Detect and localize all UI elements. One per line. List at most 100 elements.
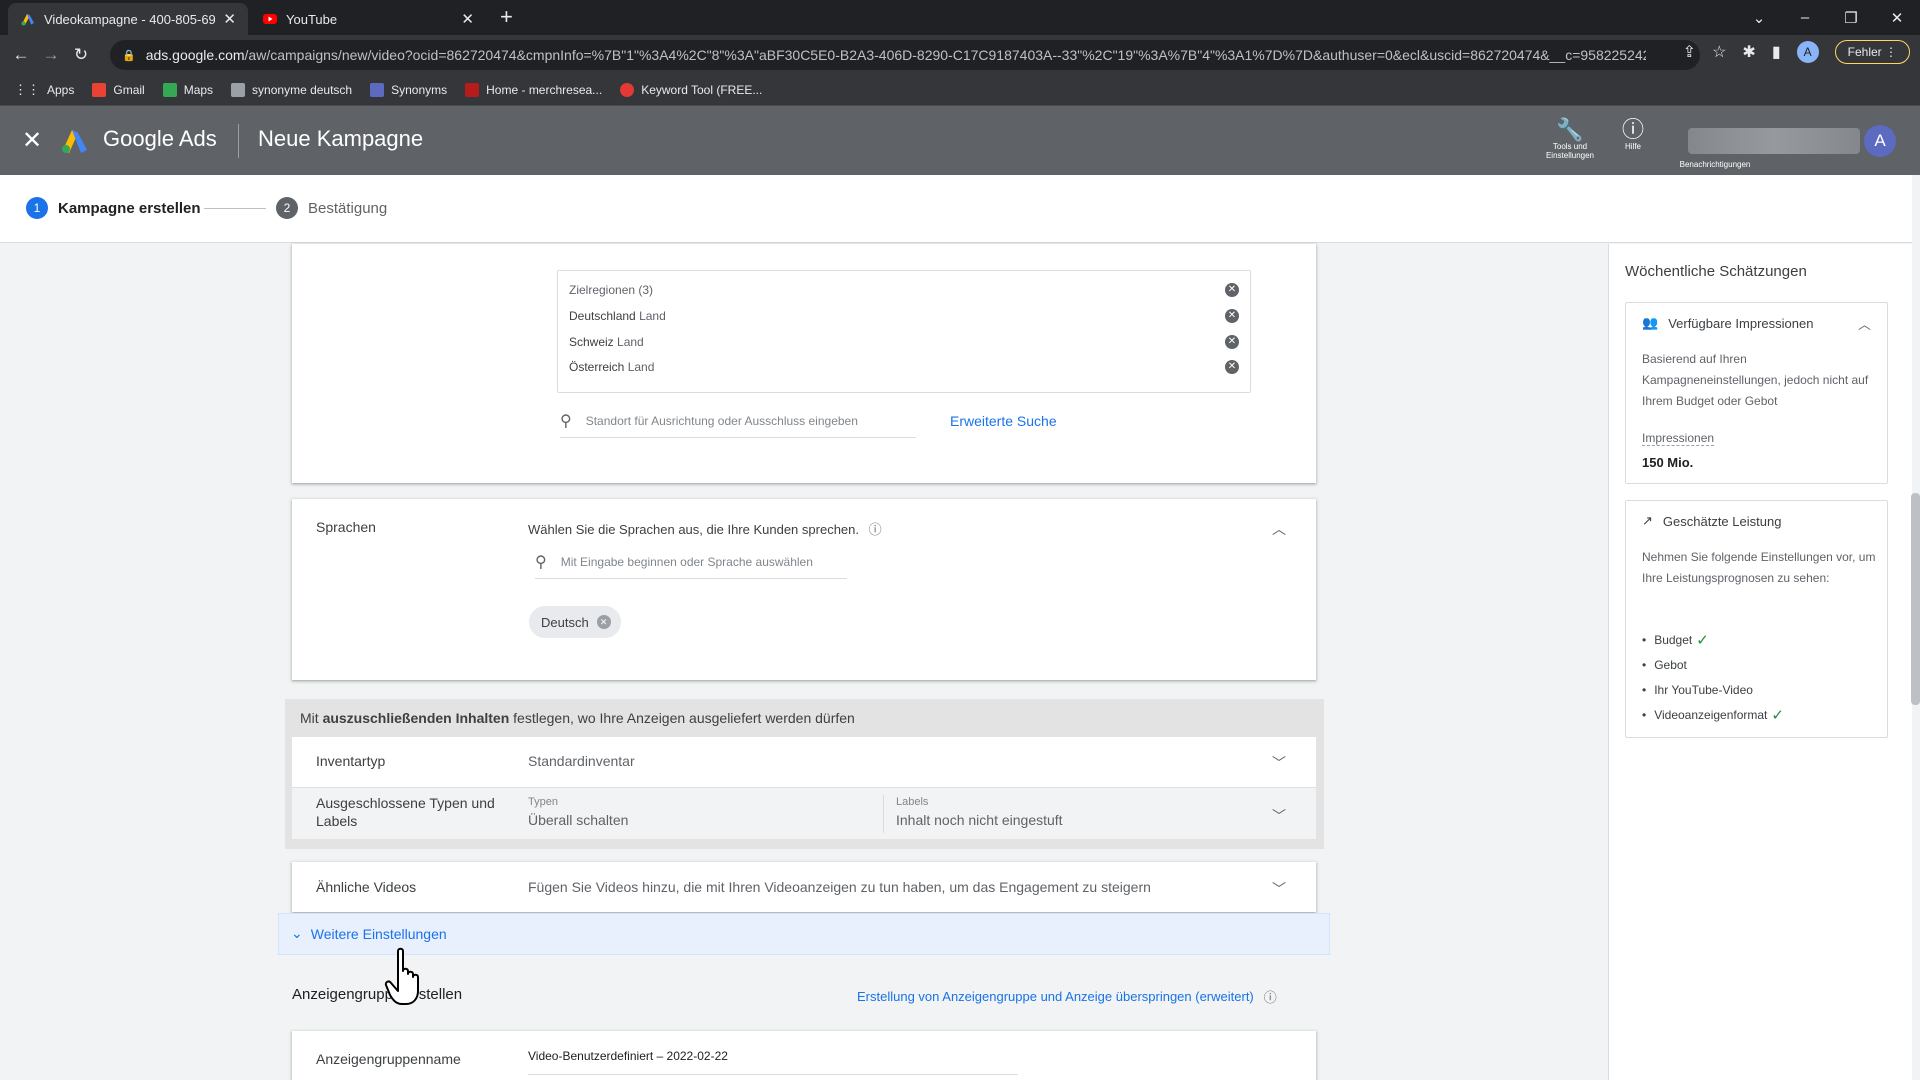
performance-card-header: ↗ Geschätzte Leistung (1642, 513, 1781, 529)
close-tab-icon[interactable]: ✕ (223, 10, 236, 28)
step-number: 1 (26, 197, 48, 219)
close-icon[interactable]: ✕ (22, 126, 42, 155)
close-tab-icon[interactable]: ✕ (461, 10, 474, 28)
search-icon: ⚲ (535, 554, 547, 571)
hand-pointer-cursor (384, 947, 419, 1005)
more-settings-toggle[interactable]: ⌄ Weitere Einstellungen (291, 925, 447, 942)
location-type: Land (627, 360, 655, 374)
impressions-card-heading: Verfügbare Impressionen (1668, 315, 1814, 331)
remove-chip-icon[interactable]: ✕ (596, 615, 611, 629)
bookmark-synonyms[interactable]: Synonyms (370, 83, 447, 97)
inventory-type-row[interactable] (292, 737, 1316, 787)
error-badge[interactable]: Fehler ⋮ (1834, 40, 1910, 64)
back-icon[interactable]: ← (6, 45, 36, 65)
url-path: /aw/campaigns/new/video?ocid=862720474&c… (244, 47, 1646, 63)
bookmark-star-icon[interactable]: ☆ (1712, 42, 1726, 62)
synonyms-icon (370, 83, 385, 97)
scrollbar-thumb[interactable] (1911, 493, 1920, 705)
tools-button[interactable]: 🔧 Tools und Einstellungen (1535, 118, 1605, 161)
browser-tab-bar: Videokampagne - 400-805-6921 ✕ YouTube ✕… (0, 0, 1920, 35)
bookmark-label: Home - merchresea... (486, 83, 603, 97)
new-tab-icon[interactable]: + (500, 4, 513, 30)
collapse-chevron-icon[interactable]: ︿ (1858, 314, 1871, 333)
bookmark-maps[interactable]: Maps (162, 83, 213, 97)
header-divider (238, 124, 239, 158)
step-create-campaign[interactable]: 1 Kampagne erstellen (26, 197, 201, 219)
help-icon[interactable]: ⓘ (1264, 987, 1277, 1006)
ad-group-name-input[interactable]: Video-Benutzerdefiniert – 2022-02-22 (528, 1049, 1018, 1075)
remove-location-icon[interactable]: ✕ (1225, 360, 1239, 374)
requirement-label: Budget (1654, 632, 1693, 647)
google-ads-logo (62, 130, 87, 153)
more-settings-label: Weitere Einstellungen (310, 925, 447, 942)
location-text: Schweiz Land (569, 335, 644, 349)
reload-icon[interactable]: ↻ (66, 45, 96, 65)
profile-avatar[interactable]: A (1796, 41, 1819, 63)
skip-ad-group-label: Erstellung von Anzeigengruppe und Anzeig… (857, 989, 1254, 1004)
location-item: Deutschland Land ✕ (569, 309, 1239, 323)
bookmark-synonyme[interactable]: synonyme deutsch (231, 83, 352, 97)
trending-icon: ↗ (1642, 513, 1653, 528)
people-icon: 👥 (1642, 315, 1659, 330)
share-icon[interactable]: ⇪ (1683, 42, 1696, 62)
address-bar[interactable]: 🔒 ads.google.com/aw/campaigns/new/video?… (110, 40, 1700, 70)
requirement-label: Gebot (1654, 657, 1687, 672)
tab-search-icon[interactable]: ⌄ (1736, 9, 1782, 27)
search-icon: ⚲ (560, 413, 572, 430)
bookmark-keyword-tool[interactable]: Keyword Tool (FREE... (620, 83, 762, 97)
page-icon (231, 83, 246, 97)
tab-title: Videokampagne - 400-805-6921 (44, 11, 216, 27)
step-confirmation[interactable]: 2 Bestätigung (276, 197, 387, 219)
ads-header: ✕ Google Ads Neue Kampagne 🔧 Tools und E… (0, 106, 1920, 175)
account-avatar[interactable]: A (1864, 125, 1896, 157)
collapse-chevron-icon[interactable]: ︿ (1272, 519, 1286, 539)
labels-value: Inhalt noch nicht eingestuft (896, 812, 1063, 828)
gmail-icon (92, 83, 107, 97)
step-connector (204, 208, 266, 209)
exclusions-title-pre: Mit (300, 710, 323, 726)
location-search-input[interactable]: ⚲ Standort für Ausrichtung oder Ausschlu… (560, 411, 916, 438)
skip-ad-group-link[interactable]: Erstellung von Anzeigengruppe und Anzeig… (857, 987, 1277, 1006)
bookmark-apps[interactable]: ⋮⋮ Apps (14, 82, 74, 98)
account-info-blurred[interactable] (1688, 128, 1860, 154)
similar-videos-label: Ähnliche Videos (316, 879, 417, 895)
expand-chevron-icon[interactable]: ﹀ (1272, 879, 1286, 899)
help-button[interactable]: ⓘ Hilfe (1598, 118, 1668, 152)
expand-chevron-icon[interactable]: ﹀ (1272, 806, 1286, 826)
inventory-type-label: Inventartyp (316, 753, 386, 769)
tab-youtube[interactable]: YouTube ✕ (250, 3, 486, 35)
bookmarks-bar: ⋮⋮ Apps Gmail Maps synonyme deutsch Synon… (0, 75, 1920, 106)
location-name: Deutschland (569, 309, 636, 323)
window-close-icon[interactable]: ✕ (1874, 9, 1920, 27)
help-icon[interactable]: ⓘ (869, 522, 882, 537)
language-search-input[interactable]: ⚲ Mit Eingabe beginnen oder Sprache ausw… (535, 552, 847, 579)
bookmark-gmail[interactable]: Gmail (92, 83, 145, 97)
remove-location-icon[interactable]: ✕ (1225, 335, 1239, 349)
impressions-card-header[interactable]: 👥 Verfügbare Impressionen (1642, 315, 1813, 331)
languages-description: Wählen Sie die Sprachen aus, die Ihre Ku… (528, 519, 882, 538)
chevron-down-icon: ⌄ (291, 925, 303, 941)
checkmark-icon: ✓ (1696, 631, 1709, 649)
labels-caption: Labels (896, 796, 929, 808)
side-panel-icon[interactable]: ▮ (1772, 42, 1781, 62)
remove-all-icon[interactable]: ✕ (1225, 283, 1239, 297)
impressions-metric-label[interactable]: Impressionen (1642, 431, 1715, 446)
brand-name: Google Ads (103, 126, 217, 151)
forward-icon[interactable]: → (36, 45, 66, 65)
remove-location-icon[interactable]: ✕ (1225, 309, 1239, 323)
step-label: Bestätigung (308, 199, 388, 217)
minimize-icon[interactable]: – (1782, 9, 1828, 26)
location-type: Land (617, 335, 644, 349)
extensions-icon[interactable]: ✱ (1742, 42, 1755, 62)
location-name: Österreich (569, 360, 625, 374)
keyword-tool-icon (620, 83, 635, 97)
exclusions-title-bold: auszuschließenden Inhalten (322, 710, 510, 726)
bookmark-merchresearch[interactable]: Home - merchresea... (465, 83, 602, 97)
expand-chevron-icon[interactable]: ﹀ (1272, 753, 1286, 773)
advanced-search-link[interactable]: Erweiterte Suche (950, 413, 1057, 429)
restore-icon[interactable]: ❐ (1828, 9, 1874, 27)
step-label: Kampagne erstellen (58, 199, 201, 217)
impressions-metric-value: 150 Mio. (1642, 455, 1694, 470)
tab-videokampagne[interactable]: Videokampagne - 400-805-6921 ✕ (8, 3, 248, 35)
notifications-button[interactable]: Benachrichtigungen (1660, 160, 1770, 169)
